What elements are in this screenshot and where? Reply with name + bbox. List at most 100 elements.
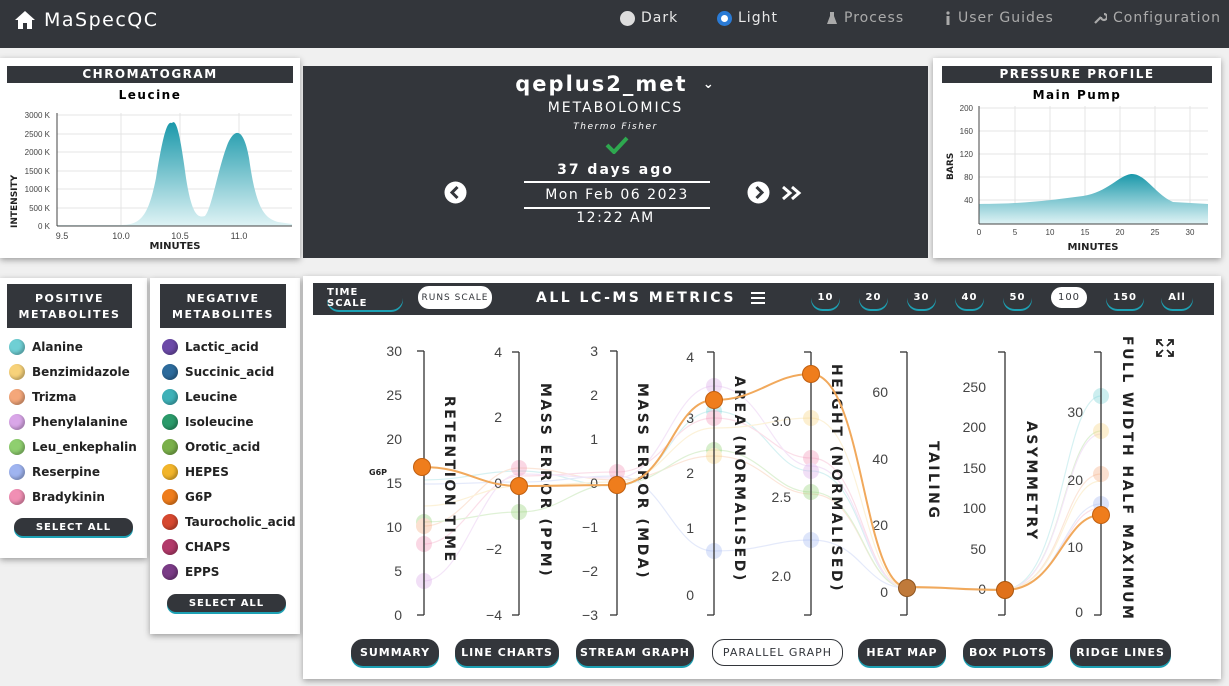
negative-metabolites-header: NEGATIVE METABOLITES [160, 284, 286, 328]
axis-tick: 30 [386, 343, 402, 359]
chromatogram-chart: 0 K 500 K 1000 K 1500 K 2000 K 2500 K 30… [10, 111, 292, 252]
tab-line-charts[interactable]: LINE CHARTS [455, 639, 559, 666]
axis-tick: 2 [494, 409, 502, 425]
nav-configuration[interactable]: Configuration [1093, 10, 1221, 26]
metabolite-color-dot [162, 563, 178, 580]
run-date: Mon Feb 06 2023 [524, 181, 710, 209]
next-run-button[interactable] [747, 181, 770, 204]
chromatogram-xlabel: MINUTES [149, 241, 200, 252]
chromatogram-ylabel: INTENSITY [10, 174, 20, 228]
axis-tick: 10 [1067, 539, 1083, 555]
previous-run-button[interactable] [444, 181, 467, 204]
positive-header-line1: POSITIVE [34, 292, 105, 305]
metabolite-item-lactic-acid[interactable]: Lactic_acid [162, 334, 296, 359]
axis-tick: 10 [386, 519, 402, 535]
axis-tick: 20 [1067, 472, 1083, 488]
axis-tick: 2.0 [772, 568, 792, 584]
metabolite-item-leucine[interactable]: Leucine [162, 384, 296, 409]
app-brand[interactable]: MaSpecQC [14, 9, 159, 31]
axis-tick: 1 [686, 520, 694, 536]
series-point[interactable] [510, 477, 528, 495]
instrument-vendor: Thermo Fisher [573, 122, 658, 132]
instrument-selector[interactable]: qeplus2_met ⌄ [303, 72, 928, 96]
theme-dark-label: Dark [641, 10, 679, 26]
metabolite-item-g6p[interactable]: G6P [162, 484, 296, 509]
chromatogram-xtick: 10.0 [112, 231, 130, 241]
tab-parallel-graph[interactable]: PARALLEL GRAPH [712, 639, 843, 666]
metabolite-item-chaps[interactable]: CHAPS [162, 534, 296, 559]
wrench-icon [1094, 12, 1107, 24]
axis-tick: 40 [872, 451, 888, 467]
metabolite-item-succinic-acid[interactable]: Succinic_acid [162, 359, 296, 384]
metabolite-item-phenylalanine[interactable]: Phenylalanine [9, 409, 137, 434]
tab-heat-map[interactable]: HEAT MAP [858, 639, 946, 666]
series-point[interactable] [413, 458, 431, 476]
instrument-type: METABOLOMICS [547, 100, 684, 116]
metabolite-item-hepes[interactable]: HEPES [162, 459, 296, 484]
parallel-coordinates-chart: 0 5 10 15 20 25 30 −4 −2 0 2 4 −3 −2 −1 … [369, 336, 1135, 623]
metabolite-label: HEPES [185, 464, 229, 479]
chromatogram-ytick: 3000 K [25, 111, 51, 120]
chromatogram-ytick: 2500 K [25, 130, 51, 139]
metabolite-item-reserpine[interactable]: Reserpine [9, 459, 137, 484]
metabolite-color-dot [162, 363, 178, 380]
axis-tick: 0 [394, 607, 402, 623]
axis-tick: 50 [970, 541, 986, 557]
negative-select-all-button[interactable]: SELECT ALL [167, 594, 286, 612]
top-navbar: MaSpecQC Dark Light Process User Guides … [0, 0, 1229, 48]
axis-tick: 20 [386, 431, 402, 447]
radio-icon [620, 10, 635, 26]
series-point[interactable] [898, 579, 916, 597]
axis-title-retention-time: RETENTION TIME [441, 396, 457, 564]
metabolite-item-benzimidazole[interactable]: Benzimidazole [9, 359, 137, 384]
metabolite-item-taurocholic-acid[interactable]: Taurocholic_acid [162, 509, 296, 534]
series-point[interactable] [802, 365, 820, 383]
metabolite-color-dot [9, 388, 25, 405]
theme-dark-option[interactable]: Dark [620, 10, 678, 26]
chevron-down-icon: ⌄ [702, 77, 716, 92]
pressure-xtick: 25 [1151, 228, 1160, 237]
pressure-ytick: 40 [964, 196, 973, 205]
nav-user-guides[interactable]: User Guides [944, 10, 1054, 26]
metabolite-item-bradykinin[interactable]: Bradykinin [9, 484, 137, 509]
tab-summary[interactable]: SUMMARY [351, 639, 439, 666]
metabolite-label: Succinic_acid [185, 364, 275, 379]
metabolite-item-leu-enkephalin[interactable]: Leu_enkephalin [9, 434, 137, 459]
axis-tick: 5 [394, 563, 402, 579]
nav-process[interactable]: Process [826, 10, 904, 26]
axis-title-fwhm: FULL WIDTH HALF MAXIMUM [1119, 336, 1135, 621]
tab-stream-graph[interactable]: STREAM GRAPH [576, 639, 694, 666]
theme-light-option[interactable]: Light [717, 10, 778, 26]
pressure-xtick: 0 [977, 228, 982, 237]
metrics-panel: TIME SCALE RUNS SCALE ALL LC-MS METRICS … [303, 276, 1221, 679]
metabolite-item-epps[interactable]: EPPS [162, 559, 296, 584]
chromatogram-xtick: 9.5 [56, 231, 69, 241]
nav-configuration-label: Configuration [1113, 10, 1221, 26]
latest-run-button[interactable] [781, 184, 803, 202]
chromatogram-ytick: 500 K [29, 204, 51, 213]
metabolite-item-orotic-acid[interactable]: Orotic_acid [162, 434, 296, 459]
pressure-xlabel: MINUTES [1067, 242, 1118, 253]
positive-select-all-button[interactable]: SELECT ALL [14, 518, 133, 536]
app-title: MaSpecQC [44, 9, 159, 31]
chromatogram-xtick: 10.5 [171, 231, 189, 241]
radio-selected-icon [717, 10, 732, 26]
axis-tick: 60 [872, 384, 888, 400]
metabolite-item-isoleucine[interactable]: Isoleucine [162, 409, 296, 434]
axis-title-tailing: TAILING [925, 441, 941, 520]
tab-box-plots[interactable]: BOX PLOTS [963, 639, 1053, 666]
positive-metabolite-list: Alanine Benzimidazole Trizma Phenylalani… [9, 334, 137, 509]
metabolite-color-dot [9, 488, 25, 505]
metabolite-item-alanine[interactable]: Alanine [9, 334, 137, 359]
metabolite-item-trizma[interactable]: Trizma [9, 384, 137, 409]
chromatogram-ytick: 1500 K [25, 167, 51, 176]
series-point[interactable] [705, 391, 723, 409]
metabolite-label: Leucine [185, 389, 238, 404]
series-point[interactable] [1092, 506, 1110, 524]
series-point[interactable] [608, 476, 626, 494]
series-point[interactable] [996, 581, 1014, 599]
tab-ridge-lines[interactable]: RIDGE LINES [1070, 639, 1171, 666]
axis-title-area: AREA (NORMALISED) [731, 376, 747, 583]
pressure-xtick: 30 [1186, 228, 1195, 237]
axis-tick: −2 [582, 563, 598, 579]
